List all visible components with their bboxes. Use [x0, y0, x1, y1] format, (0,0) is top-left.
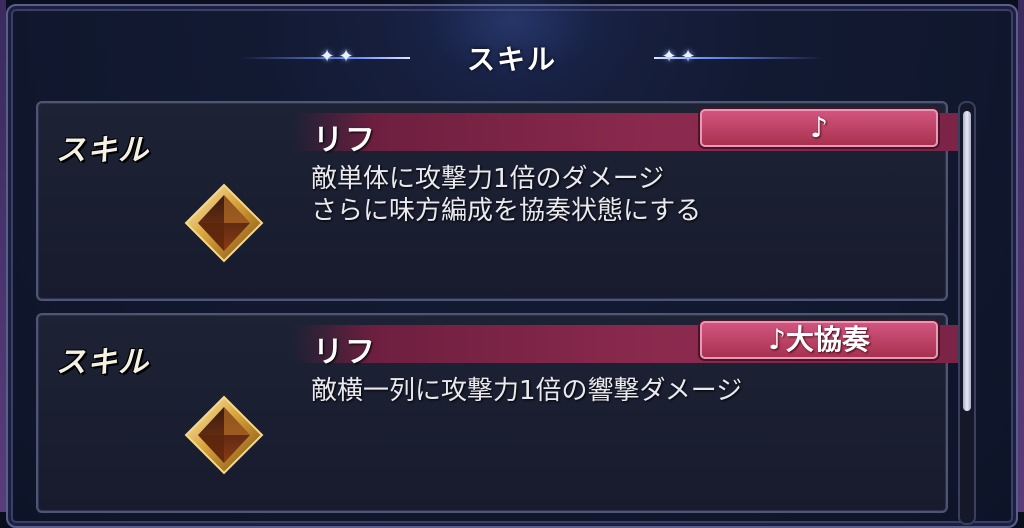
sparkle-icon: ✦	[338, 46, 354, 67]
frame-edge-left	[0, 0, 6, 512]
title-decoration-right	[654, 57, 824, 59]
skill-panel[interactable]: スキル リフ ♪ 敵単体に攻撃力1倍のダメージ さらに味方編成を協奏状態にする	[36, 101, 973, 301]
skill-label: スキル	[56, 133, 149, 168]
skill-tag-button[interactable]: ♪大協奏	[700, 321, 938, 359]
skill-panel[interactable]: スキル リフ ♪大協奏 敵横一列に攻撃力1倍の響撃ダメージ	[36, 313, 973, 513]
skill-description-line: 敵単体に攻撃力1倍のダメージ	[311, 164, 665, 194]
skill-description-line: 敵横一列に攻撃力1倍の響撃ダメージ	[311, 376, 743, 406]
skill-description: 敵横一列に攻撃力1倍の響撃ダメージ	[311, 375, 742, 407]
skill-description: 敵単体に攻撃力1倍のダメージ さらに味方編成を協奏状態にする	[311, 163, 701, 227]
gold-diamond-gem-icon	[184, 395, 264, 475]
skill-tag-button[interactable]: ♪	[700, 109, 938, 147]
sparkle-icon: ✦	[319, 46, 335, 67]
gold-diamond-gem-icon	[184, 183, 264, 263]
skill-description-line: さらに味方編成を協奏状態にする	[311, 196, 702, 226]
scrollbar-thumb[interactable]	[963, 111, 971, 411]
scrollbar[interactable]	[958, 101, 976, 525]
frame-edge-right	[1018, 0, 1024, 512]
dialog-title: スキル	[466, 43, 557, 76]
skill-label: スキル	[56, 345, 149, 380]
skill-name: リフ	[313, 335, 377, 370]
skill-name: リフ	[313, 123, 377, 158]
